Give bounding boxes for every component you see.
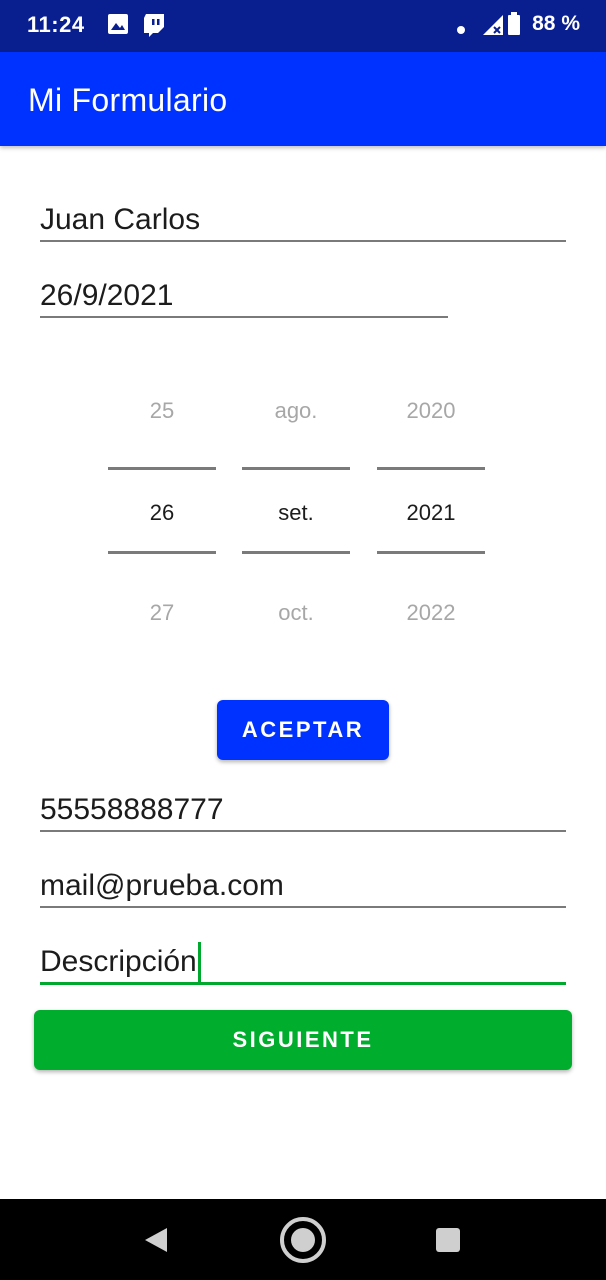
navigation-bar <box>0 1199 606 1280</box>
signal-icon <box>481 13 505 42</box>
month-next[interactable]: oct. <box>242 600 350 626</box>
month-divider-top <box>242 467 350 470</box>
recents-icon[interactable] <box>435 1227 461 1258</box>
month-prev[interactable]: ago. <box>242 398 350 424</box>
year-spinner[interactable]: 2020 2021 2022 <box>377 396 485 636</box>
description-field[interactable]: Descripción <box>40 942 566 985</box>
twitch-icon <box>143 13 165 42</box>
year-selected[interactable]: 2021 <box>377 500 485 526</box>
day-divider-top <box>108 467 216 470</box>
text-cursor <box>197 942 201 982</box>
back-icon[interactable] <box>143 1226 169 1259</box>
battery-percentage: 88 % <box>532 12 580 35</box>
accept-button[interactable]: ACEPTAR <box>217 700 389 760</box>
next-button[interactable]: SIGUIENTE <box>34 1010 572 1070</box>
phone-field[interactable]: 55558888777 <box>40 790 566 832</box>
dot-icon <box>457 21 465 39</box>
day-selected[interactable]: 26 <box>108 500 216 526</box>
image-notification-icon <box>107 13 129 40</box>
status-time: 11:24 <box>27 12 85 37</box>
description-field-value: Descripción <box>40 945 197 978</box>
app-bar: Mi Formulario <box>0 52 606 146</box>
day-divider-bottom <box>108 551 216 554</box>
name-field[interactable]: Juan Carlos <box>40 200 566 242</box>
month-selected[interactable]: set. <box>242 500 350 526</box>
month-spinner[interactable]: ago. set. oct. <box>242 396 350 636</box>
status-bar: 11:24 88 % <box>0 0 606 52</box>
year-divider-bottom <box>377 551 485 554</box>
email-field[interactable]: mail@prueba.com <box>40 866 566 908</box>
day-prev[interactable]: 25 <box>108 398 216 424</box>
battery-icon <box>507 12 521 41</box>
home-icon[interactable] <box>279 1216 327 1269</box>
year-prev[interactable]: 2020 <box>377 398 485 424</box>
phone-field-value: 55558888777 <box>40 793 224 826</box>
year-next[interactable]: 2022 <box>377 600 485 626</box>
date-field-value: 26/9/2021 <box>40 279 174 312</box>
day-spinner[interactable]: 25 26 27 <box>108 396 216 636</box>
day-next[interactable]: 27 <box>108 600 216 626</box>
page-title: Mi Formulario <box>28 82 228 118</box>
month-divider-bottom <box>242 551 350 554</box>
year-divider-top <box>377 467 485 470</box>
name-field-value: Juan Carlos <box>40 203 201 236</box>
date-field[interactable]: 26/9/2021 <box>40 276 448 318</box>
email-field-value: mail@prueba.com <box>40 869 284 902</box>
